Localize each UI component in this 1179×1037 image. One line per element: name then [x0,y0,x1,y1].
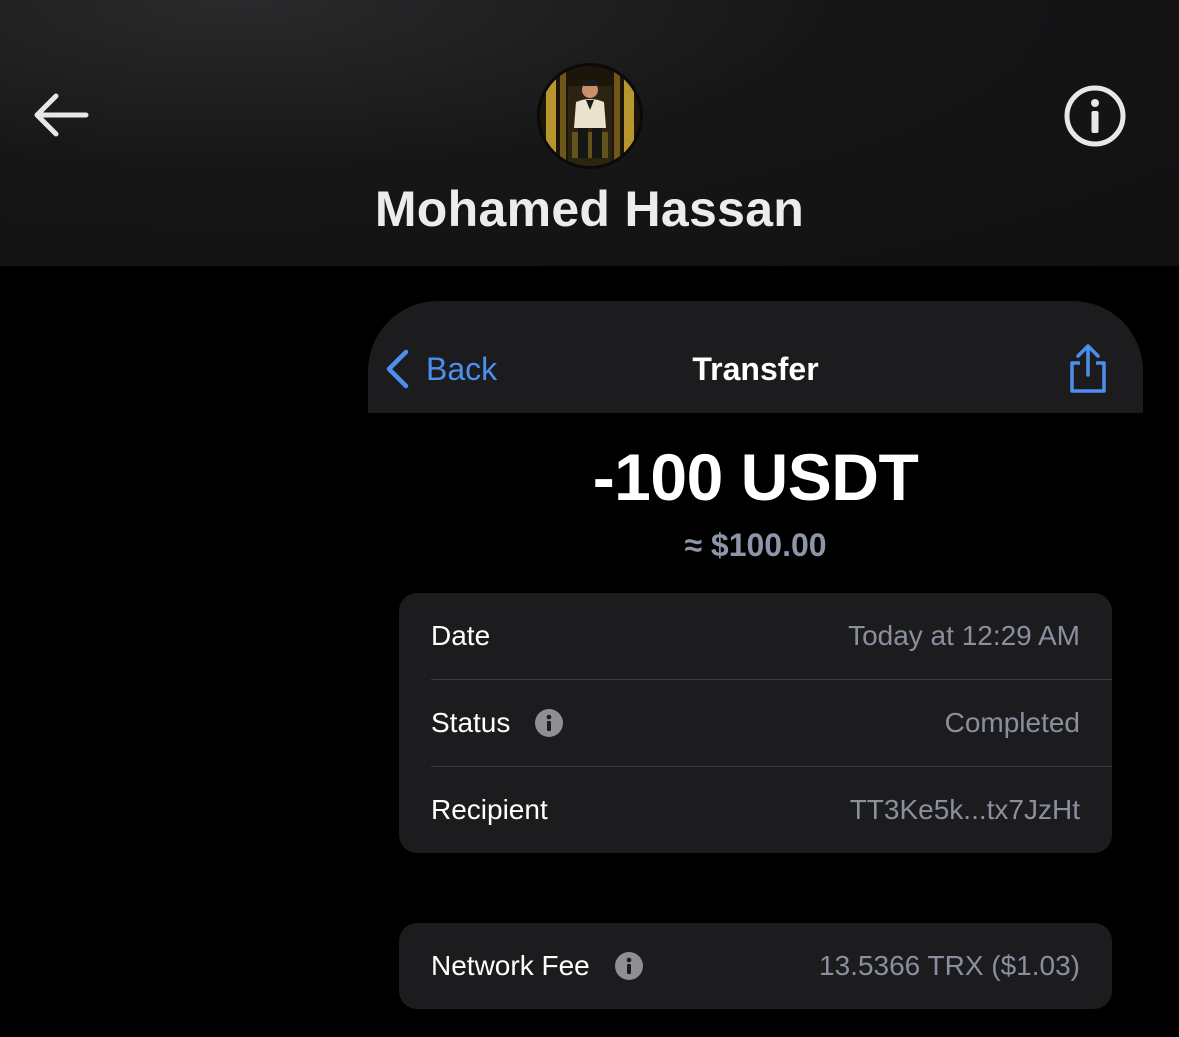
transfer-screenshot[interactable]: Back Transfer -100 USDT ≈ $100.00 Date T… [368,301,1143,1037]
detail-value: Today at 12:29 AM [848,620,1080,651]
avatar[interactable] [537,63,643,169]
detail-row-recipient[interactable]: Recipient TT3Ke5k...tx7JzHt [399,767,1112,853]
detail-row-date: Date Today at 12:29 AM [399,593,1112,679]
detail-label: Status [431,707,511,738]
share-button[interactable] [1066,343,1110,395]
detail-value: TT3Ke5k...tx7JzHt [849,794,1080,825]
nav-title: Transfer [692,351,819,387]
network-fee-group: Network Fee 13.5366 TRX ($1.03) [399,923,1112,1009]
detail-label: Date [431,620,491,651]
network-fee-label: Network Fee [431,950,590,981]
contact-name: Mohamed Hassan [374,181,805,237]
share-icon [1070,344,1106,393]
detail-label: Recipient [431,794,548,825]
transfer-amount: -100 USDT [592,440,919,514]
detail-row-network-fee: Network Fee 13.5366 TRX ($1.03) [399,923,1112,1009]
network-fee-info-icon[interactable] [614,951,644,981]
details-group: Date Today at 12:29 AM Status Completed … [399,593,1112,853]
network-fee-value: 13.5366 TRX ($1.03) [819,950,1080,981]
arrow-left-icon [34,93,89,137]
status-info-icon[interactable] [534,708,564,738]
detail-label-group: Status [431,707,564,739]
avatar-photo [540,66,640,166]
detail-label-group: Network Fee [431,950,644,982]
info-circle-icon [1064,85,1126,147]
transfer-nav-bar: Back Transfer [368,301,1143,413]
detail-row-status: Status Completed [399,680,1112,766]
info-button[interactable] [1062,83,1128,149]
chat-transfer-view: Mohamed Hassan Back Transfer -100 USDT ≈… [0,0,1179,1037]
fiat-amount: ≈ $100.00 [684,527,827,563]
detail-value: Completed [944,707,1080,738]
back-arrow-button[interactable] [30,86,92,144]
contact-header: Mohamed Hassan [0,0,1179,266]
